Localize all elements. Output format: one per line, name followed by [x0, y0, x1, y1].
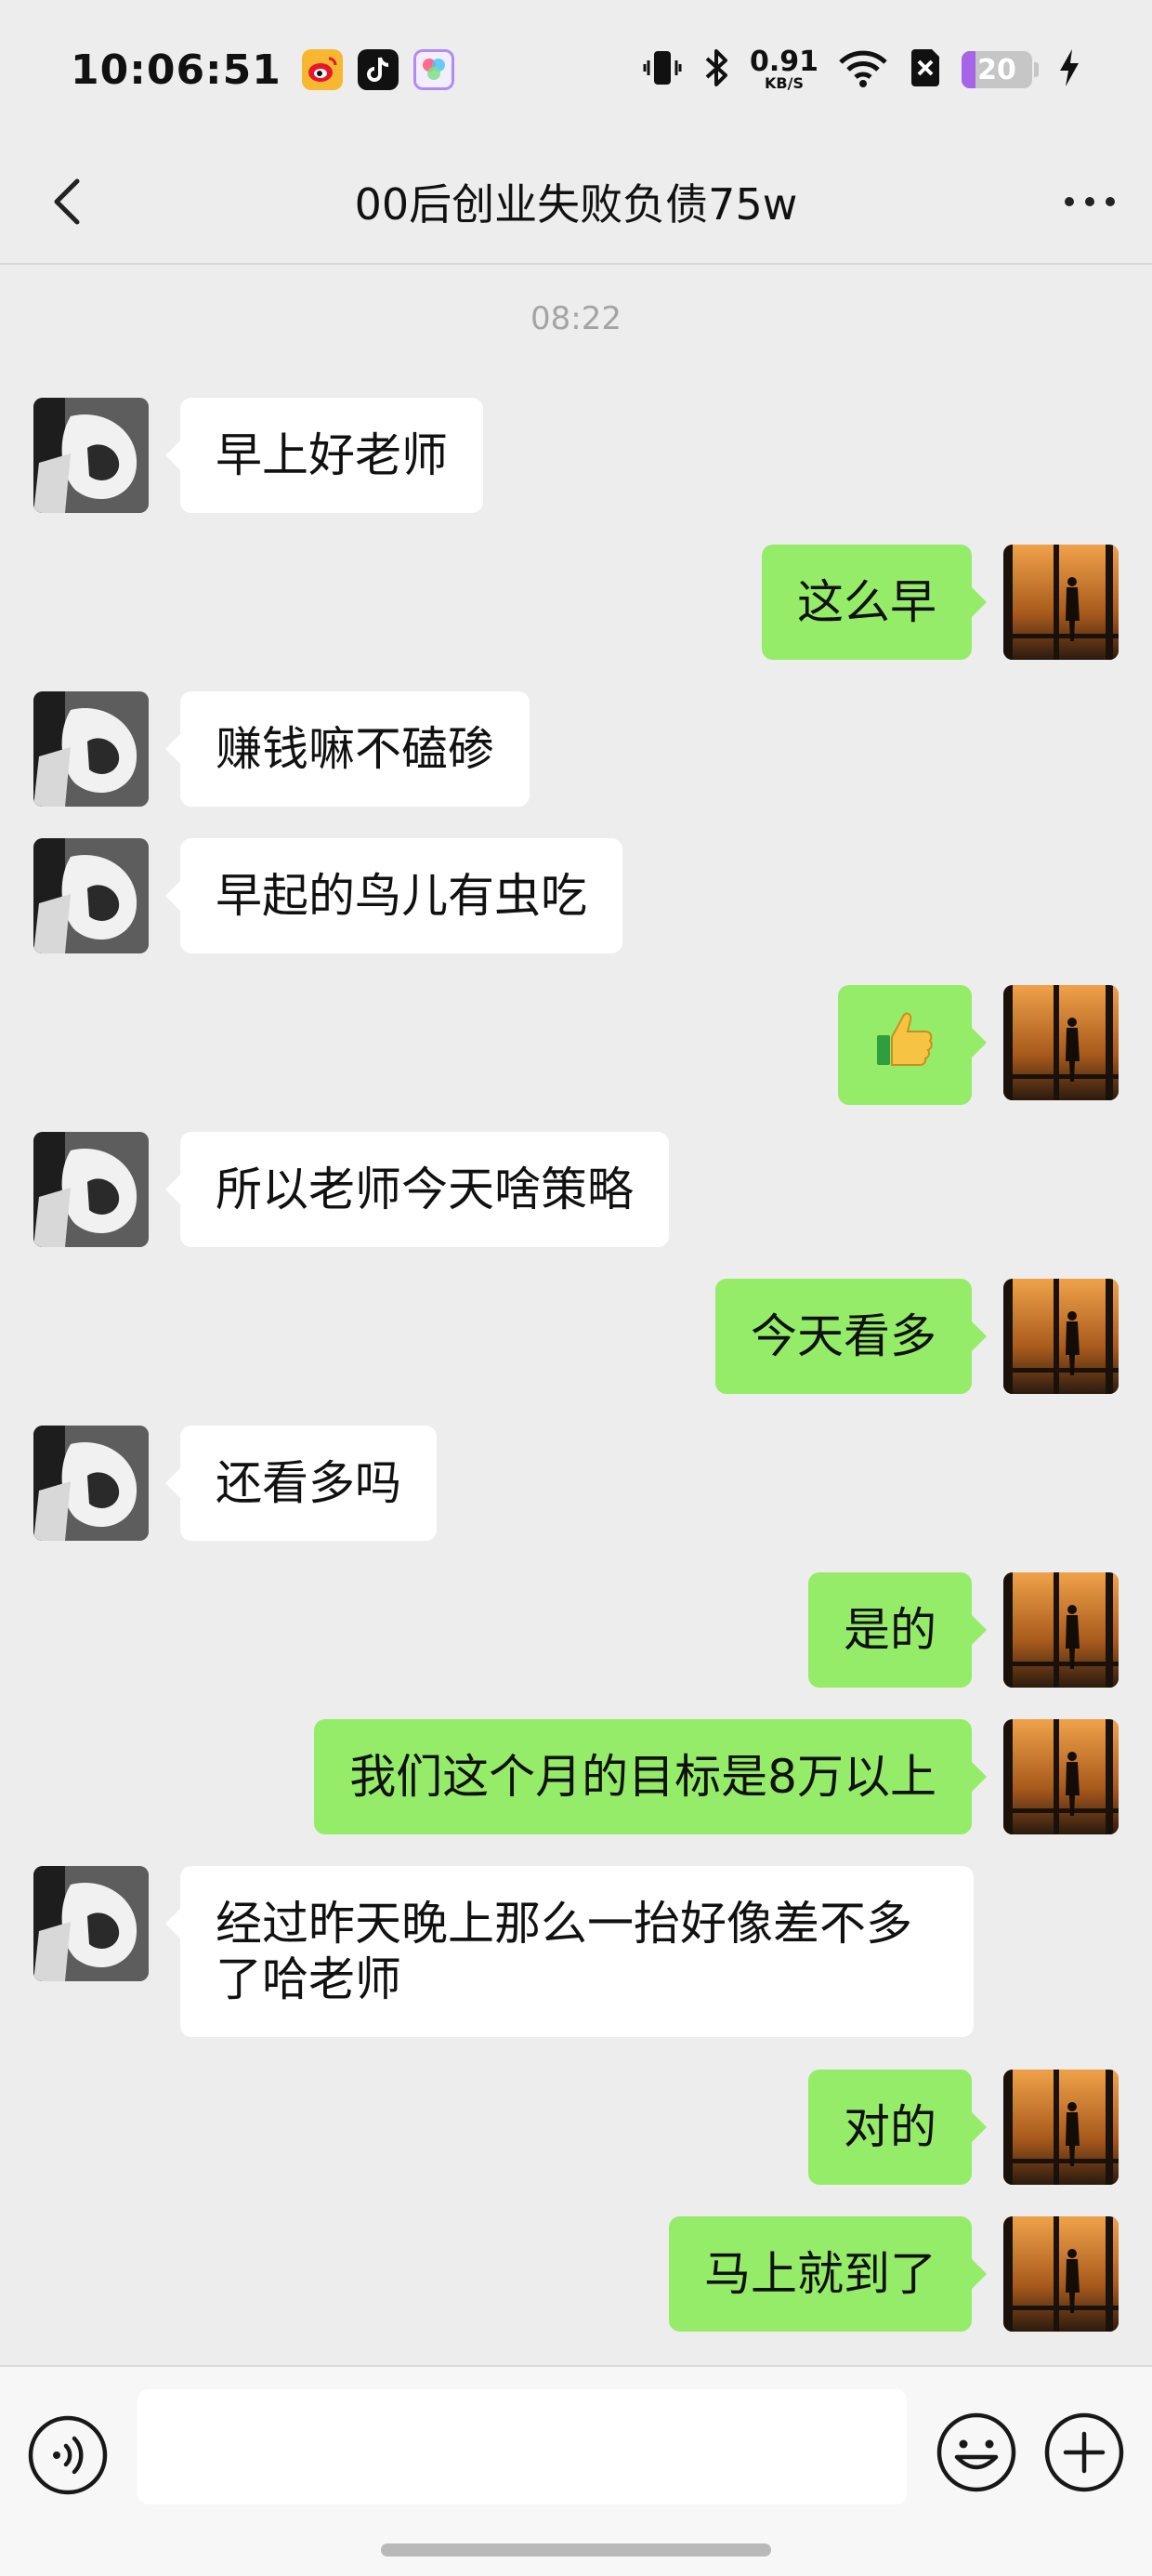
- net-speed: 0.91 KB/S: [750, 48, 818, 91]
- plus-button[interactable]: [1042, 2411, 1126, 2494]
- message-bubble[interactable]: 是的: [808, 1572, 987, 1688]
- contact-avatar[interactable]: [33, 398, 149, 513]
- status-bar: 10:06:51 0.91 KB/S 20: [0, 0, 1152, 139]
- my-avatar[interactable]: [1003, 2070, 1119, 2185]
- battery-body: 20: [962, 51, 1032, 88]
- message-bubble[interactable]: 早起的鸟儿有虫吃: [165, 838, 622, 953]
- contact-avatar[interactable]: [33, 691, 149, 807]
- battery-fill: [962, 51, 976, 88]
- my-avatar[interactable]: [1003, 545, 1119, 660]
- voice-button[interactable]: [26, 2413, 110, 2497]
- tiktok-icon: [357, 49, 399, 90]
- weibo-icon: [301, 49, 343, 90]
- plus-icon: [1044, 2412, 1124, 2492]
- message-bubble[interactable]: 早上好老师: [165, 398, 483, 513]
- emoji-icon: [936, 2412, 1016, 2492]
- bluetooth-icon: [701, 47, 731, 92]
- contact-avatar[interactable]: [33, 838, 149, 953]
- message-bubble[interactable]: 经过昨天晚上那么一抬好像差不多了哈老师: [165, 1866, 974, 2037]
- input-bar: [0, 2365, 1152, 2576]
- chat-screen: 10:06:51 0.91 KB/S 20 00后创业失败负债75w 08:22…: [0, 0, 1152, 2576]
- charging-icon: [1057, 47, 1081, 92]
- message-list[interactable]: 08:22 早上好老师 这么早 赚钱嘛不磕碜 早起的鸟儿有虫吃 所以老师今天啥策…: [0, 265, 1152, 2365]
- battery-level: 20: [977, 53, 1016, 86]
- my-avatar[interactable]: [1003, 1279, 1119, 1394]
- more-button[interactable]: [1055, 167, 1124, 236]
- thumbs-up-emoji: [877, 1012, 933, 1066]
- message-bubble[interactable]: 今天看多: [715, 1279, 987, 1394]
- voice-icon: [28, 2415, 108, 2495]
- chat-title: 00后创业失败负债75w: [354, 178, 798, 230]
- chat-header: 00后创业失败负债75w: [0, 139, 1152, 265]
- message-bubble[interactable]: 还看多吗: [165, 1426, 437, 1541]
- contact-avatar[interactable]: [33, 1866, 149, 1981]
- message-bubble[interactable]: 马上就到了: [669, 2216, 987, 2332]
- vibrate-icon: [642, 47, 683, 92]
- multicolor-app-icon: [412, 49, 454, 90]
- status-time: 10:06:51: [71, 46, 281, 94]
- battery-cap: [1034, 62, 1039, 77]
- back-button[interactable]: [33, 167, 102, 236]
- message-input[interactable]: [137, 2389, 907, 2504]
- my-avatar[interactable]: [1003, 985, 1119, 1100]
- contact-avatar[interactable]: [33, 1426, 149, 1541]
- home-indicator[interactable]: [381, 2543, 771, 2556]
- net-speed-unit: KB/S: [765, 74, 804, 92]
- message-bubble[interactable]: 我们这个月的目标是8万以上: [314, 1719, 987, 1834]
- message-bubble[interactable]: 所以老师今天啥策略: [165, 1132, 669, 1247]
- contact-avatar[interactable]: [33, 1132, 149, 1247]
- sim-off-icon: [908, 47, 943, 92]
- status-right-group: 0.91 KB/S 20: [642, 47, 1081, 92]
- status-app-icons: [301, 49, 454, 90]
- emoji-button[interactable]: [935, 2411, 1018, 2494]
- net-speed-value: 0.91: [749, 46, 818, 78]
- message-bubble[interactable]: 对的: [808, 2070, 987, 2185]
- my-avatar[interactable]: [1003, 1719, 1119, 1834]
- my-avatar[interactable]: [1003, 1572, 1119, 1688]
- message-bubble-emoji[interactable]: [838, 985, 987, 1105]
- message-timestamp: 08:22: [530, 300, 622, 337]
- more-dots-icon: [1065, 197, 1115, 206]
- message-bubble[interactable]: 赚钱嘛不磕碜: [165, 691, 530, 807]
- battery-indicator: 20: [962, 51, 1039, 88]
- message-bubble[interactable]: 这么早: [762, 545, 987, 660]
- chevron-left-icon: [54, 178, 80, 225]
- my-avatar[interactable]: [1003, 2216, 1119, 2332]
- wifi-icon: [837, 47, 889, 92]
